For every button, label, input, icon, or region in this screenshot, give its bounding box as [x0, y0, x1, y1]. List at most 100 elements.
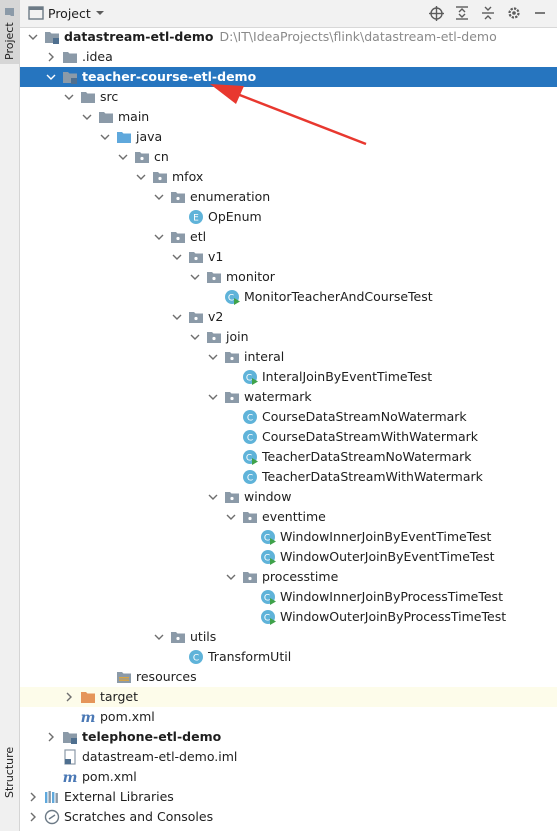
project-tree[interactable]: datastream-etl-demo D:\IT\IdeaProjects\fl… — [20, 27, 557, 827]
resources-folder-icon — [116, 669, 132, 685]
tree-node[interactable]: C CourseDataStreamWithWatermark — [20, 427, 557, 447]
maven-icon: m — [62, 769, 78, 786]
tree-node[interactable]: m pom.xml — [20, 707, 557, 727]
tree-node[interactable]: C TransformUtil — [20, 647, 557, 667]
tree-node[interactable]: mfox — [20, 167, 557, 187]
class-icon: C — [188, 649, 204, 665]
package-icon — [206, 269, 222, 285]
tree-node[interactable]: java — [20, 127, 557, 147]
tree-node[interactable]: datastream-etl-demo D:\IT\IdeaProjects\fl… — [20, 27, 557, 47]
svg-text:C: C — [264, 534, 270, 544]
package-icon — [242, 509, 258, 525]
chevron-down-icon[interactable] — [170, 307, 184, 327]
tree-node-label: WindowInnerJoinByEventTimeTest — [280, 529, 492, 544]
expand-all-icon[interactable] — [453, 4, 471, 22]
package-icon — [152, 169, 168, 185]
tree-node-label: utils — [190, 629, 217, 644]
tree-node[interactable]: C WindowOuterJoinByProcessTimeTest — [20, 607, 557, 627]
chevron-down-icon[interactable] — [224, 507, 238, 527]
chevron-right-icon[interactable] — [26, 787, 40, 807]
tree-node[interactable]: processtime — [20, 567, 557, 587]
tree-node[interactable]: .idea — [20, 47, 557, 67]
minimize-icon[interactable] — [531, 4, 549, 22]
tree-node[interactable]: cn — [20, 147, 557, 167]
tree-node[interactable]: datastream-etl-demo.iml — [20, 747, 557, 767]
tree-node[interactable]: External Libraries — [20, 787, 557, 807]
tree-node[interactable]: main — [20, 107, 557, 127]
tree-node[interactable]: v2 — [20, 307, 557, 327]
tree-node[interactable]: interal — [20, 347, 557, 367]
tree-node[interactable]: join — [20, 327, 557, 347]
project-tool-tab[interactable]: Project — [0, 0, 19, 64]
tree-node[interactable]: v1 — [20, 247, 557, 267]
tree-node-label: External Libraries — [64, 789, 174, 804]
tree-node[interactable]: etl — [20, 227, 557, 247]
tree-node[interactable]: window — [20, 487, 557, 507]
locate-icon[interactable] — [427, 4, 445, 22]
svg-text:C: C — [264, 594, 270, 604]
chevron-down-icon[interactable] — [152, 627, 166, 647]
chevron-down-icon[interactable] — [170, 247, 184, 267]
chevron-down-icon[interactable] — [98, 127, 112, 147]
chevron-right-icon[interactable] — [62, 687, 76, 707]
chevron-down-icon[interactable] — [26, 27, 40, 47]
tree-node[interactable]: C MonitorTeacherAndCourseTest — [20, 287, 557, 307]
tree-node[interactable]: C WindowInnerJoinByProcessTimeTest — [20, 587, 557, 607]
tree-node-label: TransformUtil — [208, 649, 292, 664]
tree-node-label: telephone-etl-demo — [82, 729, 222, 744]
chevron-down-icon[interactable] — [152, 187, 166, 207]
tree-node[interactable]: C CourseDataStreamNoWatermark — [20, 407, 557, 427]
tree-node[interactable]: enumeration — [20, 187, 557, 207]
tree-node[interactable]: telephone-etl-demo — [20, 727, 557, 747]
tree-node[interactable]: Scratches and Consoles — [20, 807, 557, 827]
chevron-down-icon[interactable] — [62, 87, 76, 107]
chevron-down-icon[interactable] — [206, 487, 220, 507]
tree-node[interactable]: watermark — [20, 387, 557, 407]
chevron-down-icon[interactable] — [44, 67, 58, 87]
tree-node-label: .idea — [82, 49, 113, 64]
tree-node-label: CourseDataStreamWithWatermark — [262, 429, 479, 444]
tree-node[interactable]: utils — [20, 627, 557, 647]
chevron-right-icon[interactable] — [44, 47, 58, 67]
project-view-icon — [28, 6, 44, 20]
collapse-all-icon[interactable] — [479, 4, 497, 22]
tree-node[interactable]: resources — [20, 667, 557, 687]
chevron-down-icon[interactable] — [224, 567, 238, 587]
tree-node-label: resources — [136, 669, 197, 684]
tree-node-label: WindowOuterJoinByEventTimeTest — [280, 549, 495, 564]
tree-node[interactable]: C InteralJoinByEventTimeTest — [20, 367, 557, 387]
tree-node[interactable]: target — [20, 687, 557, 707]
tree-node[interactable]: m pom.xml — [20, 767, 557, 787]
tree-node[interactable]: C TeacherDataStreamNoWatermark — [20, 447, 557, 467]
package-icon — [224, 489, 240, 505]
chevron-right-icon[interactable] — [44, 727, 58, 747]
tree-node[interactable]: src — [20, 87, 557, 107]
tree-node[interactable]: monitor — [20, 267, 557, 287]
tree-node[interactable]: C TeacherDataStreamWithWatermark — [20, 467, 557, 487]
chevron-down-icon[interactable] — [206, 347, 220, 367]
package-icon — [134, 149, 150, 165]
tree-node[interactable]: teacher-course-etl-demo — [20, 67, 557, 87]
module-folder-icon — [44, 29, 60, 45]
svg-text:C: C — [246, 374, 252, 384]
project-tab-label: Project — [3, 22, 16, 60]
package-icon — [170, 229, 186, 245]
chevron-down-icon[interactable] — [116, 147, 130, 167]
tree-node[interactable]: eventtime — [20, 507, 557, 527]
runnable-class-icon: C — [260, 529, 276, 545]
tree-node[interactable]: C WindowOuterJoinByEventTimeTest — [20, 547, 557, 567]
tree-node[interactable]: E OpEnum — [20, 207, 557, 227]
chevron-down-icon[interactable] — [134, 167, 148, 187]
chevron-down-icon[interactable] — [80, 107, 94, 127]
project-view-selector[interactable]: Project — [28, 5, 105, 21]
tree-node-label: join — [226, 329, 249, 344]
chevron-down-icon[interactable] — [188, 327, 202, 347]
tree-node[interactable]: C WindowInnerJoinByEventTimeTest — [20, 527, 557, 547]
chevron-right-icon[interactable] — [26, 807, 40, 827]
excluded-folder-icon — [80, 689, 96, 705]
chevron-down-icon[interactable] — [206, 387, 220, 407]
gear-icon[interactable] — [505, 4, 523, 22]
structure-tool-tab[interactable]: Structure — [0, 742, 19, 802]
chevron-down-icon[interactable] — [152, 227, 166, 247]
chevron-down-icon[interactable] — [188, 267, 202, 287]
